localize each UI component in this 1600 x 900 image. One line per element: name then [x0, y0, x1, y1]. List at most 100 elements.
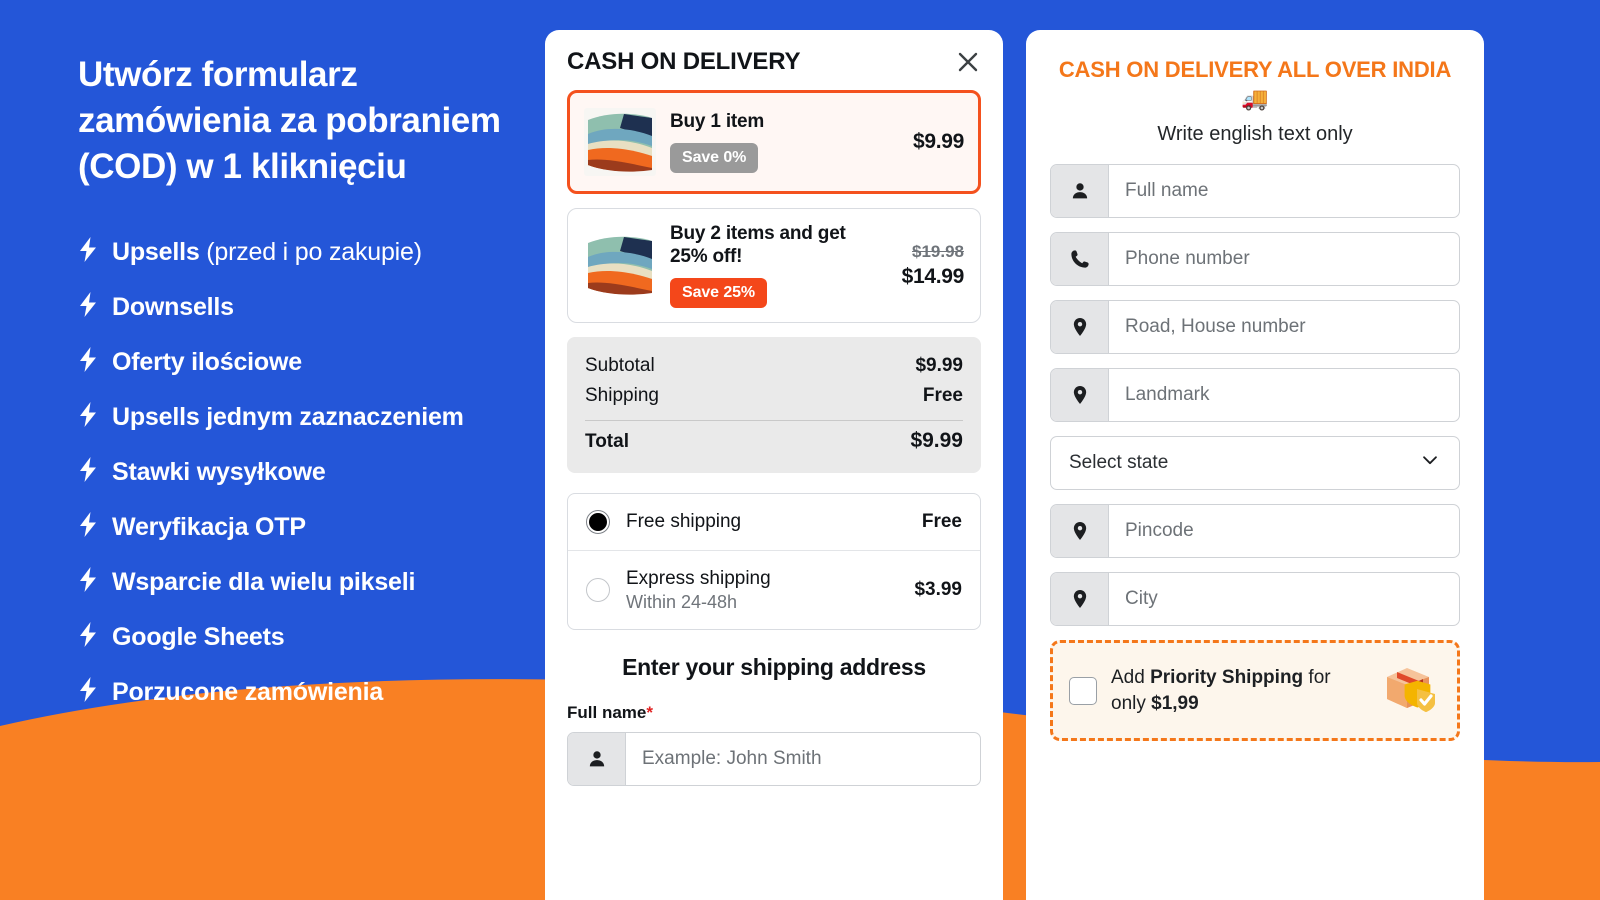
field-phone[interactable]: Phone number	[1050, 232, 1460, 287]
cod-form-card: CASH ON DELIVERY ALL OVER INDIA 🚚 Write …	[1026, 30, 1484, 900]
feature-label-bold: Porzucone zamówienia	[112, 677, 384, 706]
phone-input[interactable]: Phone number	[1050, 232, 1460, 287]
cod-card-title: CASH ON DELIVERY	[567, 48, 801, 75]
field-full-name[interactable]: Full name	[1050, 164, 1460, 219]
field-road-house[interactable]: Road, House number	[1050, 300, 1460, 355]
lightning-bolt-icon	[78, 621, 98, 647]
shipping-option-subtext: Within 24-48h	[626, 592, 738, 613]
person-icon	[1051, 165, 1109, 218]
shipping-method-group: Free shipping Free Express shipping With…	[567, 492, 981, 631]
offer-option-2[interactable]: Buy 2 items and get 25% off! Save 25% $1…	[567, 208, 981, 323]
full-name-input[interactable]: Full name	[1050, 164, 1460, 219]
cod-checkout-card: CASH ON DELIVERY Buy 1 item Save 0% $9.9…	[545, 30, 1003, 900]
order-summary: Subtotal $9.99 Shipping Free Total $9.99	[567, 336, 981, 473]
priority-shipping-checkbox[interactable]	[1069, 676, 1097, 705]
shipping-address-title: Enter your shipping address	[622, 654, 926, 681]
feature-item: Oferty ilościowe	[78, 345, 548, 378]
lightning-bolt-icon	[78, 456, 98, 482]
feature-label-regular: (przed i po zakupie)	[199, 237, 422, 266]
radio-icon[interactable]	[586, 577, 610, 602]
feature-label-bold: Wsparcie dla wielu pikseli	[112, 567, 416, 596]
priority-shipping-text: Add Priority Shipping for only $1,99	[1111, 665, 1365, 716]
field-state[interactable]: Select state	[1050, 436, 1460, 491]
full-name-placeholder: Example: John Smith	[642, 748, 822, 770]
product-thumbnail	[584, 231, 656, 300]
feature-label-bold: Weryfikacja OTP	[112, 512, 306, 541]
summary-row-subtotal: Subtotal $9.99	[585, 351, 963, 381]
offer-price: $9.99	[912, 130, 964, 153]
chevron-down-icon	[1419, 449, 1441, 477]
feature-label: Stawki wysyłkowe	[112, 456, 326, 488]
field-city[interactable]: City	[1050, 572, 1460, 627]
feature-label: Oferty ilościowe	[112, 346, 302, 378]
pincode-input[interactable]: Pincode	[1050, 504, 1460, 559]
shipping-option-name: Express shipping	[626, 567, 771, 589]
full-name-label-text: Full name	[567, 703, 647, 723]
shipping-option-free[interactable]: Free shipping Free	[568, 494, 980, 550]
location-icon	[1051, 301, 1109, 354]
feature-item: Upsells (przed i po zakupie)	[78, 235, 548, 268]
summary-row-shipping: Shipping Free	[585, 381, 963, 411]
full-name-label: Full name*	[567, 703, 981, 723]
state-select[interactable]: Select state	[1050, 436, 1460, 491]
location-icon	[1051, 573, 1109, 626]
feature-item: Google Sheets	[78, 620, 548, 653]
offer-price-block: $9.99	[913, 130, 964, 154]
road-house-input[interactable]: Road, House number	[1050, 300, 1460, 355]
feature-label-bold: Upsells	[112, 237, 200, 266]
feature-label-bold: Google Sheets	[112, 622, 285, 651]
left-content: Utwórz formularz zamówienia za pobraniem…	[78, 52, 548, 730]
promo-prefix: Add	[1111, 667, 1151, 689]
close-icon[interactable]	[955, 49, 981, 75]
landmark-input[interactable]: Landmark	[1050, 368, 1460, 423]
lightning-bolt-icon	[78, 401, 98, 427]
shipping-option-name: Free shipping	[626, 510, 742, 532]
field-landmark[interactable]: Landmark	[1050, 368, 1460, 423]
location-icon	[1051, 505, 1109, 558]
promo-bold-price: $1,99	[1151, 692, 1199, 714]
shipping-option-price: $3.99	[914, 578, 962, 600]
offer-title: Buy 2 items and get 25% off!	[670, 223, 846, 267]
offer-old-price: $19.98	[912, 241, 964, 261]
field-pincode[interactable]: Pincode	[1050, 504, 1460, 559]
location-icon	[1051, 369, 1109, 422]
package-shield-icon	[1379, 659, 1441, 722]
lightning-bolt-icon	[78, 511, 98, 537]
offer-option-1[interactable]: Buy 1 item Save 0% $9.99	[567, 90, 981, 194]
subtotal-value: $9.99	[915, 354, 963, 376]
required-mark: *	[646, 703, 653, 723]
city-input[interactable]: City	[1050, 572, 1460, 627]
radio-icon[interactable]	[586, 509, 610, 534]
feature-item: Stawki wysyłkowe	[78, 455, 548, 488]
feature-label-bold: Downsells	[112, 292, 234, 321]
offer-price-block: $19.98 $14.99	[901, 241, 965, 289]
feature-item: Upsells jednym zaznaczeniem	[78, 400, 548, 433]
page-root: Utwórz formularz zamówienia za pobraniem…	[0, 0, 1600, 900]
feature-item: Porzucone zamówienia	[78, 675, 548, 708]
page-title: Utwórz formularz zamówienia za pobraniem…	[78, 55, 501, 187]
lightning-bolt-icon	[78, 676, 98, 702]
shipping-option-price: Free	[921, 510, 962, 532]
feature-label: Porzucone zamówienia	[112, 676, 383, 708]
offer-save-badge: Save 0%	[670, 142, 759, 173]
feature-label-bold: Oferty ilościowe	[112, 347, 302, 376]
product-thumbnail	[584, 108, 656, 176]
offer-save-badge: Save 25%	[670, 277, 768, 308]
city-placeholder: City	[1125, 588, 1158, 610]
feature-label: Wsparcie dla wielu pikseli	[112, 566, 415, 598]
phone-placeholder: Phone number	[1125, 248, 1250, 270]
priority-shipping-upsell[interactable]: Add Priority Shipping for only $1,99	[1050, 640, 1460, 742]
feature-item: Downsells	[78, 290, 548, 323]
road-house-placeholder: Road, House number	[1125, 316, 1306, 338]
feature-label: Downsells	[112, 291, 234, 323]
lightning-bolt-icon	[78, 566, 98, 592]
feature-label: Upsells jednym zaznaczeniem	[112, 401, 464, 433]
cod-card-header: CASH ON DELIVERY	[567, 48, 981, 90]
full-name-input[interactable]: Example: John Smith	[567, 732, 981, 787]
shipping-label: Shipping	[585, 384, 659, 406]
lightning-bolt-icon	[78, 236, 98, 262]
offer-price: $14.99	[901, 264, 965, 288]
shipping-option-express[interactable]: Express shipping Within 24-48h $3.99	[568, 549, 980, 630]
feature-label-bold: Upsells jednym zaznaczeniem	[112, 402, 464, 431]
summary-row-total: Total $9.99	[585, 425, 963, 457]
